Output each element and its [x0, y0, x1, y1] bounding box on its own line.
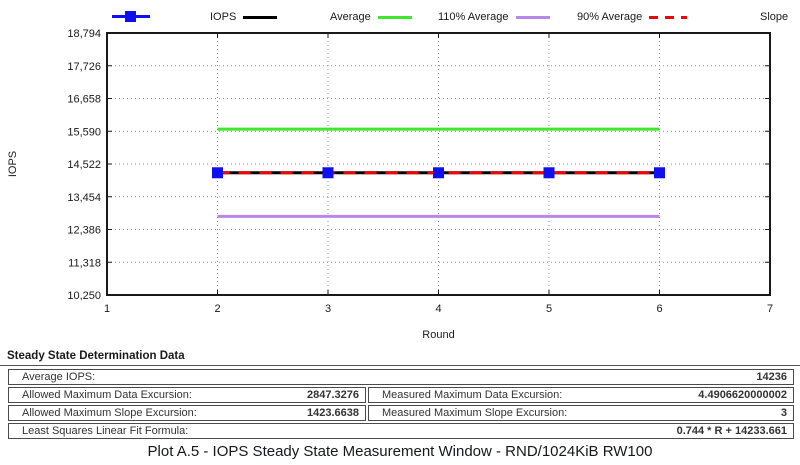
- y-tick-label: 11,318: [68, 257, 101, 269]
- 90-average-dashed-swatch: [649, 16, 687, 19]
- iops-data-point: [212, 167, 223, 178]
- table-value: 2847.3276: [307, 389, 359, 401]
- legend-item-iops: IOPS: [210, 9, 277, 25]
- table-label: Allowed Maximum Data Excursion:: [22, 389, 192, 401]
- table-value: 4.4906620000002: [698, 389, 787, 401]
- legend-item-average: Average: [330, 9, 412, 25]
- legend-item-90-average: 90% Average: [577, 9, 687, 25]
- x-tick-label: 4: [435, 303, 441, 315]
- table-row: Allowed Maximum Data Excursion: 2847.327…: [8, 387, 794, 403]
- iops-data-point: [323, 167, 334, 178]
- legend-item-slope: Slope: [760, 9, 788, 25]
- report-page: 10,250 11,318 12,386 13,454 14,522 15,590 16,6…: [0, 0, 800, 465]
- legend-label-average: Average: [330, 11, 371, 23]
- plot-caption: Plot A.5 - IOPS Steady State Measurement…: [0, 443, 800, 460]
- steady-state-table: Average IOPS: 14236 Allowed Maximum Data…: [8, 369, 794, 439]
- y-axis-label: IOPS: [7, 151, 19, 177]
- x-tick-label: 1: [104, 303, 110, 315]
- legend-label-slope: Slope: [760, 11, 788, 23]
- table-row: Average IOPS: 14236: [8, 369, 794, 385]
- table-cell: Measured Maximum Slope Excursion: 3: [368, 405, 794, 421]
- table-cell: Allowed Maximum Data Excursion: 2847.327…: [8, 387, 366, 403]
- legend-item-iops-marker: [112, 9, 150, 25]
- table-cell: Least Squares Linear Fit Formula: 0.744 …: [8, 423, 794, 439]
- table-label: Measured Maximum Slope Excursion:: [382, 407, 567, 419]
- section-title: Steady State Determination Data: [0, 348, 800, 366]
- x-tick-label: 5: [546, 303, 552, 315]
- x-tick-label: 7: [767, 303, 773, 315]
- table-cell: Average IOPS: 14236: [8, 369, 794, 385]
- average-line-swatch: [378, 16, 412, 19]
- y-tick-label: 16,658: [67, 94, 101, 106]
- iops-data-point: [654, 167, 665, 178]
- table-cell: Measured Maximum Data Excursion: 4.49066…: [368, 387, 794, 403]
- y-tick-label: 18,794: [67, 28, 101, 40]
- table-label: Allowed Maximum Slope Excursion:: [22, 407, 197, 419]
- table-value: 0.744 * R + 14233.661: [677, 425, 787, 437]
- legend-label-90-average: 90% Average: [577, 11, 642, 23]
- table-cell: Allowed Maximum Slope Excursion: 1423.66…: [8, 405, 366, 421]
- iops-data-point: [544, 167, 555, 178]
- plot-canvas: 10,250 11,318 12,386 13,454 14,522 15,590 16,6…: [0, 0, 800, 348]
- table-label: Average IOPS:: [22, 371, 95, 383]
- iops-square-icon: [125, 11, 136, 22]
- y-tick-label: 13,454: [67, 192, 101, 204]
- iops-marker-legend-sample: [112, 11, 150, 23]
- iops-data-point: [433, 167, 444, 178]
- iops-line-swatch: [243, 16, 277, 19]
- table-row: Allowed Maximum Slope Excursion: 1423.66…: [8, 405, 794, 421]
- legend-label-110-average: 110% Average: [438, 11, 509, 23]
- table-value: 3: [781, 407, 787, 419]
- y-tick-label: 10,250: [67, 290, 101, 302]
- x-tick-label: 2: [214, 303, 220, 315]
- x-tick-label: 3: [325, 303, 331, 315]
- table-label: Measured Maximum Data Excursion:: [382, 389, 562, 401]
- plot-border: [107, 33, 770, 295]
- steady-state-data-section: Steady State Determination Data Average …: [0, 348, 800, 439]
- table-label: Least Squares Linear Fit Formula:: [22, 425, 188, 437]
- y-tick-label: 15,590: [67, 126, 101, 138]
- y-tick-label: 17,726: [67, 61, 101, 73]
- table-row: Least Squares Linear Fit Formula: 0.744 …: [8, 423, 794, 439]
- y-tick-label: 12,386: [67, 225, 101, 237]
- table-value: 1423.6638: [307, 407, 359, 419]
- iops-steady-state-chart: 10,250 11,318 12,386 13,454 14,522 15,590 16,6…: [0, 0, 800, 348]
- y-tick-label: 14,522: [67, 159, 101, 171]
- legend-label-iops: IOPS: [210, 11, 236, 23]
- x-tick-label: 6: [656, 303, 662, 315]
- legend-item-110-average: 110% Average: [438, 9, 550, 25]
- table-value: 14236: [756, 371, 787, 383]
- 110-average-line-swatch: [516, 16, 550, 19]
- x-axis-label: Round: [422, 329, 454, 341]
